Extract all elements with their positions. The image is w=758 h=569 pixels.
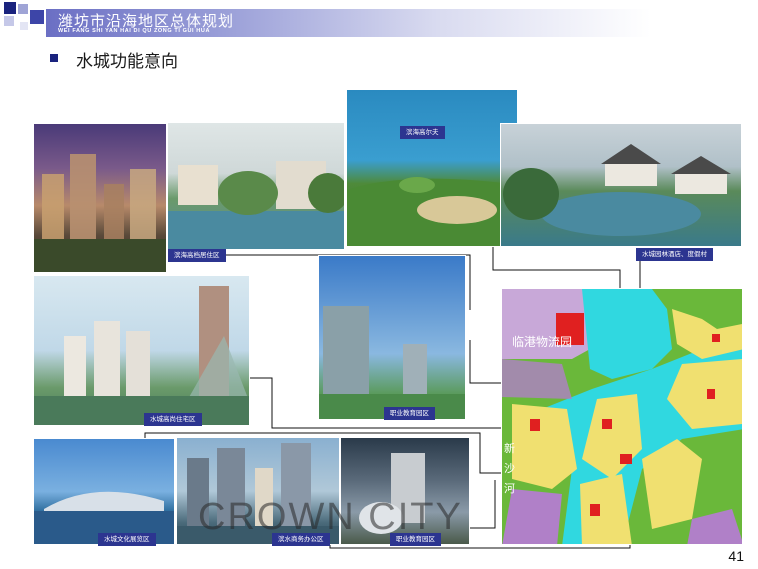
photo-resort [500,123,742,247]
photo-night-residential [33,123,167,273]
caption-education-top: 职业教育园区 [384,407,435,420]
photo-highrise-residential [33,275,250,426]
section-bullet [50,54,58,62]
photo-education-campus-top [318,255,466,420]
photo-lowrise-waterfront [167,122,345,250]
photo-culture-exhibition [33,438,175,545]
page-number: 41 [728,548,744,564]
header-square [20,22,28,30]
section-title: 水城功能意向 [76,52,178,72]
caption-resort: 水城园林酒店、度假村 [636,248,713,261]
header-square [18,4,28,14]
caption-highrise: 水城高尚住宅区 [144,413,202,426]
header-square [4,16,14,26]
header-square [4,2,16,14]
caption-golf: 滨海高尔夫 [400,126,445,139]
map-label-river: 新 沙 河 [504,442,526,495]
map-label-logistics: 临港物流园 [512,335,573,349]
watermark: CROWN CITY [198,496,463,538]
header-subtitle: WEI FANG SHI YAN HAI DI QU ZONG TI GUI H… [58,28,211,34]
caption-lowrise: 滨海高档居住区 [168,249,226,262]
photo-golf-course [346,89,518,247]
caption-culture: 水城文化展览区 [98,533,156,546]
header-square [30,10,44,24]
master-plan-map: 临港物流园 新 沙 河 [501,288,743,545]
